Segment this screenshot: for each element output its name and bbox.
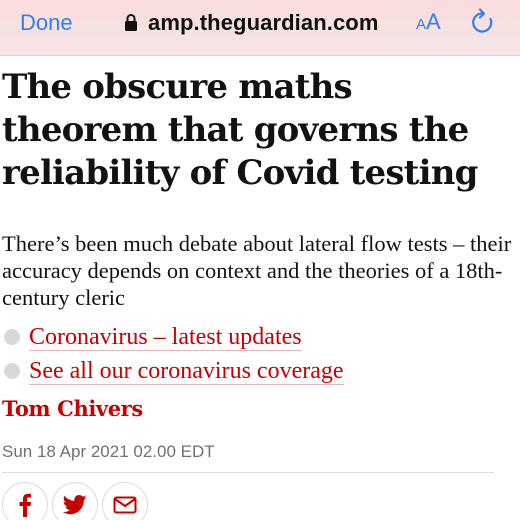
- text-size-small-glyph: A: [416, 16, 427, 33]
- bullet-icon: [4, 363, 20, 379]
- article-headline: The obscure maths theorem that governs t…: [2, 67, 478, 193]
- done-button[interactable]: Done: [20, 10, 73, 36]
- related-link-item: See all our coronavirus coverage: [0, 354, 520, 388]
- email-icon: [113, 496, 137, 514]
- url-text: amp.theguardian.com: [148, 10, 379, 35]
- publish-date: Sun 18 Apr 2021 02.00 EDT: [2, 442, 215, 461]
- text-size-large-glyph: A: [426, 9, 441, 34]
- share-buttons: [2, 482, 152, 520]
- text-size-button[interactable]: AA: [416, 9, 441, 38]
- share-email-button[interactable]: [102, 482, 148, 520]
- divider: [2, 472, 494, 473]
- browser-toolbar: Done amp.theguardian.com AA: [0, 0, 520, 56]
- bullet-icon: [4, 329, 20, 345]
- twitter-icon: [63, 495, 87, 515]
- related-link-coronavirus-coverage[interactable]: See all our coronavirus coverage: [29, 358, 344, 385]
- reload-icon[interactable]: [470, 8, 496, 36]
- lock-icon: [125, 14, 137, 31]
- address-bar[interactable]: amp.theguardian.com: [124, 9, 379, 37]
- facebook-icon: [19, 493, 31, 517]
- related-link-latest-updates[interactable]: Coronavirus – latest updates: [29, 324, 302, 351]
- article-standfirst: There’s been much debate about lateral f…: [2, 231, 512, 310]
- share-twitter-button[interactable]: [52, 482, 98, 520]
- author-byline[interactable]: Tom Chivers: [2, 396, 143, 421]
- related-link-item: Coronavirus – latest updates: [0, 320, 520, 354]
- share-facebook-button[interactable]: [2, 482, 48, 520]
- related-links-list: Coronavirus – latest updates See all our…: [0, 320, 520, 388]
